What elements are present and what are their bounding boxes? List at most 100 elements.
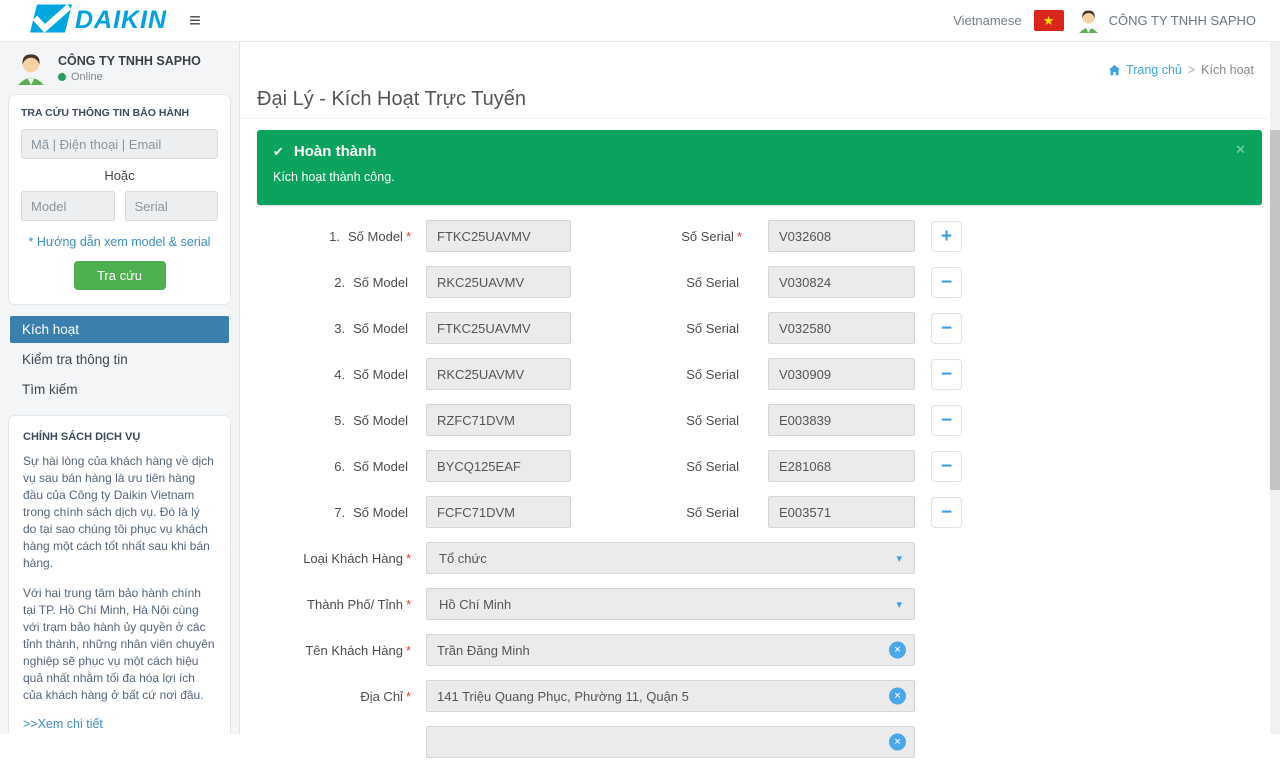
row-index: 5. [334, 413, 345, 428]
language-selector[interactable]: Vietnamese [953, 13, 1021, 28]
model-label: 7.Số Model [241, 505, 426, 520]
or-label: Hoặc [21, 168, 218, 183]
model-label: 6.Số Model [241, 459, 426, 474]
sidebar-user-name: CÔNG TY TNHH SAPHO [58, 54, 201, 68]
brand-text: DAIKIN [75, 6, 167, 35]
navbar-user-menu[interactable]: CÔNG TY TNHH SAPHO [1076, 8, 1256, 33]
model-input[interactable] [426, 220, 571, 252]
serial-input[interactable] [768, 266, 915, 298]
alert-message: Kích hoạt thành công. [273, 170, 1246, 184]
breadcrumb-home-label: Trang chủ [1126, 63, 1182, 77]
serial-input[interactable] [768, 450, 915, 482]
vietnam-flag-icon[interactable]: ★ [1034, 10, 1064, 31]
next-field-input[interactable] [426, 726, 915, 758]
row-index: 1. [329, 229, 340, 244]
daikin-logo-mark-icon [30, 4, 72, 38]
serial-input[interactable] [768, 358, 915, 390]
sidebar-user-panel: CÔNG TY TNHH SAPHO Online [0, 42, 239, 90]
online-status-label: Online [71, 71, 103, 83]
customer-name-row: Tên Khách Hàng* ✕ [241, 634, 1262, 666]
model-serial-row: 7.Số Model Số Serial − [241, 496, 1262, 528]
service-policy-panel: CHÍNH SÁCH DỊCH VỤ Sự hài lòng của khách… [8, 415, 231, 734]
flag-star-icon: ★ [1043, 13, 1055, 29]
alert-close-icon[interactable]: ✕ [1235, 142, 1246, 158]
policy-paragraph: Sự hài lòng của khách hàng về dịch vụ sa… [23, 453, 216, 572]
model-serial-row: 4.Số Model Số Serial − [241, 358, 1262, 390]
remove-row-button[interactable]: − [931, 405, 962, 436]
hamburger-menu-icon[interactable]: ≡ [189, 11, 201, 31]
row-index: 7. [334, 505, 345, 520]
content-divider [241, 118, 1268, 119]
model-label: 4.Số Model [241, 367, 426, 382]
address-label: Địa Chỉ* [241, 689, 426, 704]
model-input[interactable] [426, 404, 571, 436]
serial-label: Số Serial [571, 321, 755, 336]
serial-input[interactable] [768, 220, 915, 252]
customer-type-row: Loại Khách Hàng* Tổ chức ▾ [241, 542, 1262, 574]
add-row-button[interactable]: + [931, 221, 962, 252]
model-input[interactable] [426, 450, 571, 482]
serial-input[interactable] [768, 312, 915, 344]
daikin-logo[interactable]: DAIKIN [30, 4, 167, 38]
model-serial-row: 6.Số Model Số Serial − [241, 450, 1262, 482]
sidebar-item-search[interactable]: Tìm kiếm [10, 376, 229, 403]
sidebar-item-check-info[interactable]: Kiểm tra thông tin [10, 346, 229, 373]
policy-detail-link[interactable]: >>Xem chi tiết [23, 717, 216, 731]
alert-title: Hoàn thành [294, 143, 377, 160]
customer-name-input[interactable] [426, 634, 915, 666]
model-input[interactable] [426, 312, 571, 344]
remove-row-button[interactable]: − [931, 497, 962, 528]
serial-label: Số Serial [571, 459, 755, 474]
model-serial-row: 1.Số Model* Số Serial* + [241, 220, 1262, 252]
scrollbar-thumb[interactable] [1270, 130, 1280, 490]
city-label: Thành Phố/ Tỉnh* [241, 597, 426, 612]
row-index: 6. [334, 459, 345, 474]
clear-icon[interactable]: ✕ [889, 734, 906, 751]
breadcrumb: Trang chủ > Kích hoạt [1108, 63, 1254, 77]
remove-row-button[interactable]: − [931, 313, 962, 344]
customer-type-value: Tổ chức [439, 551, 487, 566]
remove-row-button[interactable]: − [931, 267, 962, 298]
breadcrumb-separator: > [1188, 63, 1195, 77]
home-icon [1108, 64, 1121, 77]
lookup-code-input[interactable] [21, 129, 218, 159]
city-select[interactable]: Hồ Chí Minh ▾ [426, 588, 915, 620]
clear-icon[interactable]: ✕ [889, 688, 906, 705]
customer-type-select[interactable]: Tổ chức ▾ [426, 542, 915, 574]
sidebar-item-activate[interactable]: Kích hoạt [10, 316, 229, 343]
navbar-right: Vietnamese ★ CÔNG TY TNHH SAPHO [953, 8, 1256, 33]
top-navbar: DAIKIN ≡ Vietnamese ★ CÔNG TY TNHH SAPHO [0, 0, 1280, 42]
model-input[interactable] [426, 496, 571, 528]
model-label: 2.Số Model [241, 275, 426, 290]
serial-label: Số Serial [571, 505, 755, 520]
lookup-submit-button[interactable]: Tra cứu [74, 261, 166, 290]
scrollbar-track[interactable] [1270, 42, 1280, 734]
remove-row-button[interactable]: − [931, 451, 962, 482]
model-label: 5.Số Model [241, 413, 426, 428]
customer-type-label: Loại Khách Hàng* [241, 551, 426, 566]
required-asterisk: * [406, 551, 411, 566]
address-input[interactable] [426, 680, 915, 712]
model-serial-guide-link[interactable]: * Hướng dẫn xem model & serial [21, 235, 218, 249]
clear-icon[interactable]: ✕ [889, 642, 906, 659]
sidebar-user-status: Online [58, 71, 201, 83]
serial-input[interactable] [768, 496, 915, 528]
serial-label: Số Serial [571, 275, 755, 290]
model-input[interactable] [426, 358, 571, 390]
chevron-down-icon: ▾ [896, 552, 902, 565]
model-serial-row: 3.Số Model Số Serial − [241, 312, 1262, 344]
sidebar: CÔNG TY TNHH SAPHO Online TRA CỨU THÔNG … [0, 42, 240, 734]
breadcrumb-home-link[interactable]: Trang chủ [1108, 63, 1182, 77]
user-avatar-icon [1076, 8, 1101, 33]
lookup-serial-input[interactable] [125, 191, 219, 221]
required-asterisk: * [406, 643, 411, 658]
remove-row-button[interactable]: − [931, 359, 962, 390]
model-input[interactable] [426, 266, 571, 298]
city-row: Thành Phố/ Tỉnh* Hồ Chí Minh ▾ [241, 588, 1262, 620]
plus-icon: + [941, 227, 952, 246]
lookup-model-input[interactable] [21, 191, 115, 221]
required-asterisk: * [406, 597, 411, 612]
next-field-row: ✕ [241, 726, 1262, 758]
online-status-icon [58, 73, 66, 81]
serial-input[interactable] [768, 404, 915, 436]
